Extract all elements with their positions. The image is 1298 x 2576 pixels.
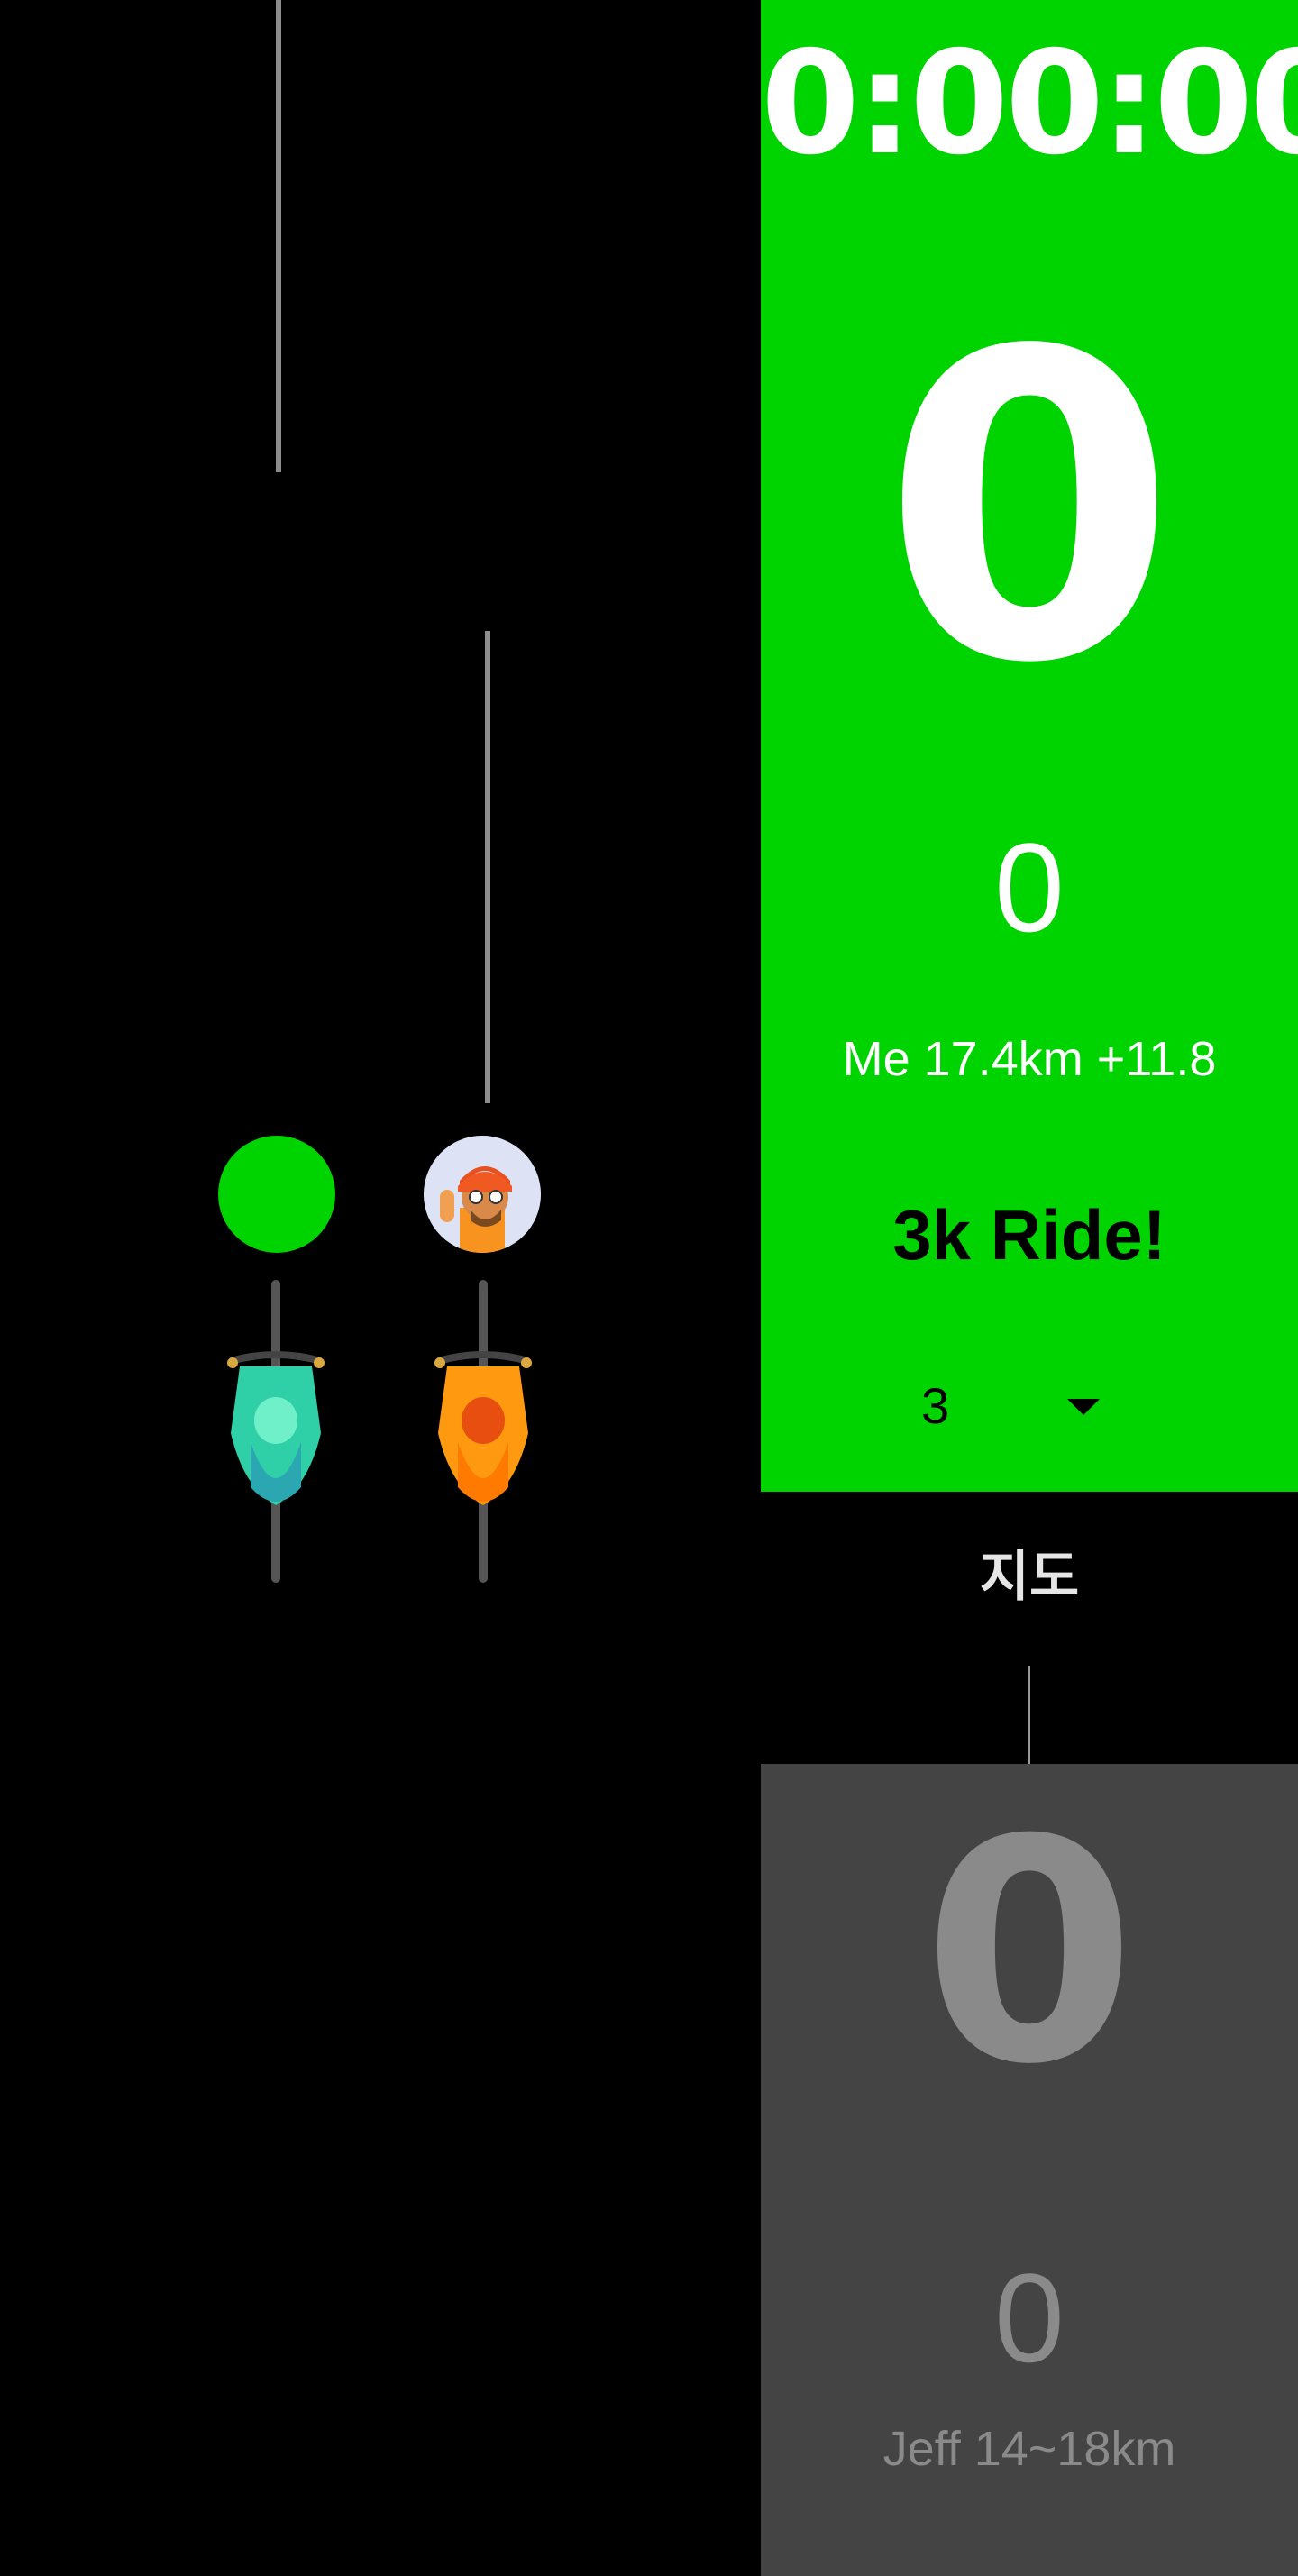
rival-distance-label: Jeff 14~18km — [882, 2422, 1176, 2476]
my-distance-label: Me 17.4km +11.8 — [842, 1032, 1217, 1086]
rival-bike-icon — [434, 1280, 532, 1583]
my-speed: 0 — [882, 262, 1177, 755]
helmet-man-avatar-icon — [424, 1136, 541, 1253]
rider-1-trail — [276, 0, 281, 472]
my-secondary-value: 0 — [994, 817, 1065, 958]
my-bike-icon — [227, 1280, 324, 1583]
elapsed-timer: 0:00:00 — [761, 21, 1298, 187]
divider — [1028, 1666, 1030, 1765]
rider-2-trail — [485, 631, 490, 1103]
ride-track — [0, 0, 761, 2576]
tab-map[interactable]: 지도 — [761, 1532, 1298, 1622]
dropdown-selected-value: 3 — [921, 1377, 950, 1434]
rival-stats-panel: 0 0 Jeff 14~18km — [761, 1764, 1298, 2576]
my-stats-panel: 0:00:00 0 0 Me 17.4km +11.8 3k Ride! 3 — [761, 0, 1298, 1492]
rival-avatar — [424, 1136, 541, 1253]
my-rider-marker — [218, 1136, 335, 1253]
ride-title: 3k Ride! — [892, 1195, 1166, 1274]
rival-speed: 0 — [922, 1775, 1137, 2132]
ride-distance-dropdown[interactable]: 3 — [921, 1370, 1138, 1442]
chevron-down-icon[interactable] — [1067, 1399, 1100, 1415]
rival-secondary-value: 0 — [994, 2247, 1065, 2389]
